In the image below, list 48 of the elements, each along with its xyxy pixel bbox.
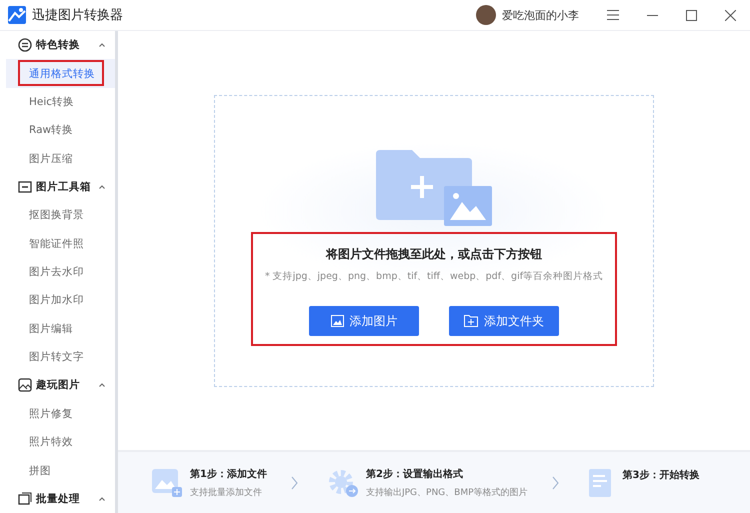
- add-button[interactable]: 添加图片: [309, 306, 419, 336]
- caret-icon[interactable]: [99, 496, 105, 501]
- user-name[interactable]: 爱吃泡面的小李: [502, 8, 579, 22]
- format-hint: * 支持jpg、jpeg、png、bmp、tif、tiff、webp、pdf、gif等百余种图片格式: [264, 270, 604, 283]
- step-description: 支持批量添加文件: [190, 486, 263, 498]
- menu-icon[interactable]: [607, 10, 619, 20]
- sidebar-item[interactable]: 图片去水印: [6, 258, 115, 286]
- sidebar-group-title[interactable]: 批量处理: [36, 492, 95, 506]
- drop-zone[interactable]: 将图片文件拖拽至此处，或点击下方按钮 * 支持jpg、jpeg、png、bmp、tif、tiff、webp、pdf、gif等百余种图片格式 添加图片 添加文件夹: [214, 95, 654, 387]
- sidebar-item[interactable]: 照片特效: [6, 428, 115, 456]
- caret-icon[interactable]: [99, 383, 105, 388]
- sidebar-group-title[interactable]: 趣玩图片: [36, 378, 95, 392]
- add-button[interactable]: 添加文件夹: [449, 306, 559, 336]
- sidebar-item[interactable]: 抠图换背景: [6, 201, 115, 230]
- chevron-right-icon: [290, 476, 298, 490]
- folder-plus-icon: [464, 315, 478, 327]
- gear-icon: [328, 468, 358, 496]
- sidebar-item[interactable]: 图片压缩: [6, 144, 115, 173]
- close-icon[interactable]: [725, 10, 736, 20]
- step-title: 第2步：设置输出格式: [366, 468, 464, 480]
- sidebar-item[interactable]: Raw转换: [6, 116, 115, 144]
- sidebar-item[interactable]: 智能证件照: [6, 230, 115, 258]
- drop-title: 将图片文件拖拽至此处，或点击下方按钮: [326, 246, 542, 263]
- step-title: 第3步：开始转换: [622, 468, 700, 482]
- sidebar-item[interactable]: 通用格式转换: [6, 59, 115, 88]
- sidebar-item[interactable]: 图片加水印: [6, 286, 115, 315]
- sidebar-item[interactable]: Heic转换: [6, 88, 115, 116]
- stacked-pages-icon: [18, 492, 32, 506]
- sidebar-item[interactable]: 图片编辑: [6, 314, 115, 343]
- window-title: 迅捷图片转换器: [32, 7, 123, 24]
- sidebar-item[interactable]: 图片转文字: [6, 342, 115, 372]
- sidebar-item[interactable]: 照片修复: [6, 400, 115, 428]
- app-logo-icon: [8, 6, 26, 24]
- caret-icon[interactable]: [99, 43, 105, 48]
- chevron-right-icon: [552, 476, 559, 490]
- image-icon: [330, 315, 344, 327]
- maximize-icon[interactable]: [686, 10, 697, 20]
- sidebar-group-title[interactable]: 特色转换: [36, 38, 95, 52]
- step-title: 第1步：添加文件: [190, 468, 267, 480]
- sidebar-item[interactable]: 拼图: [6, 456, 115, 485]
- image-icon: [18, 378, 32, 392]
- caret-icon[interactable]: [99, 184, 105, 189]
- sidebar-group-title[interactable]: 图片工具箱: [36, 180, 95, 194]
- image-upload-icon: [152, 468, 182, 496]
- step-description: 支持输出JPG、PNG、BMP等格式的图片: [366, 486, 528, 498]
- convert-icon: [18, 38, 32, 52]
- avatar[interactable]: [476, 5, 496, 25]
- toolbox-icon: [18, 180, 32, 194]
